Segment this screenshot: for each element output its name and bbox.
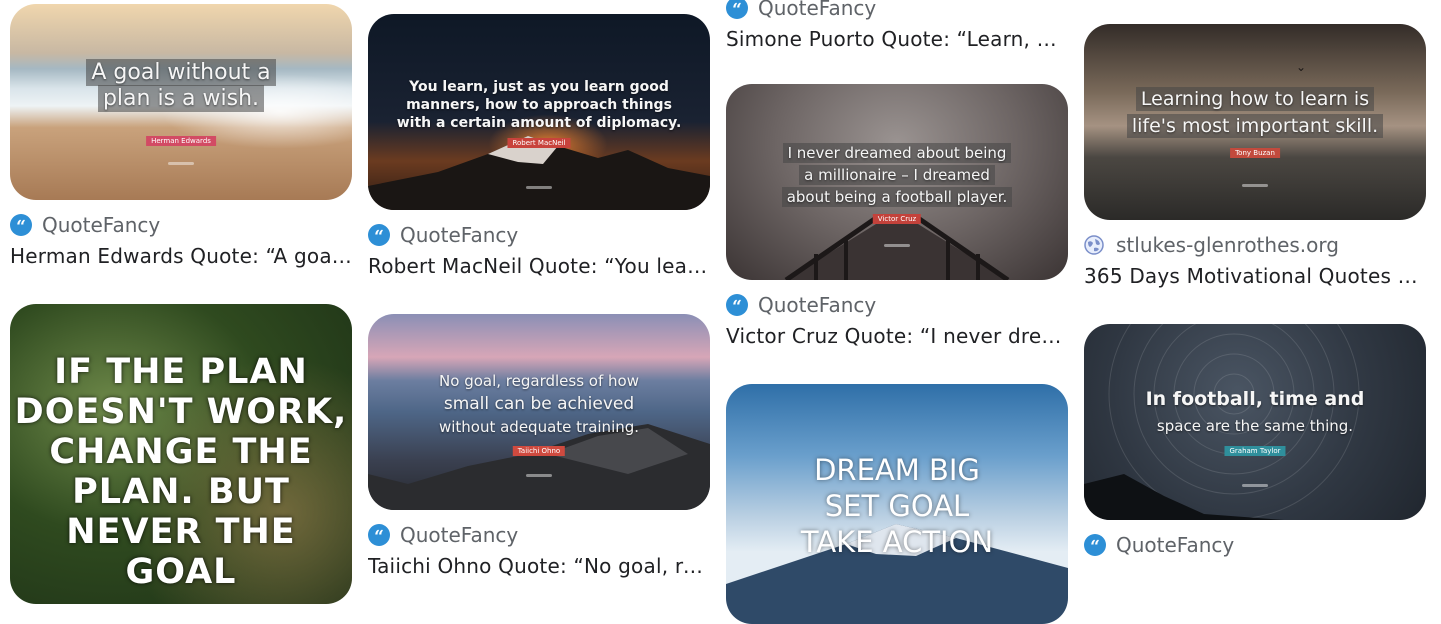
result-thumbnail[interactable]: A goal without a plan is a wish. Herman E… [10,4,352,200]
author-tag: Herman Edwards [146,136,216,146]
result-thumbnail[interactable]: In football, time and space are the same… [1084,324,1426,520]
image-result-card[interactable]: You learn, just as you learn good manner… [368,14,710,278]
result-title[interactable]: Victor Cruz Quote: “I never dreamed abou… [726,324,1068,348]
quote-text: You learn, just as you learn good manner… [396,79,682,131]
image-result-card[interactable]: “ QuoteFancy Simone Puorto Quote: “Learn… [726,0,1068,51]
result-thumbnail[interactable]: DREAM BIG SET GOAL TAKE ACTION [726,384,1068,624]
source-name: QuoteFancy [1116,533,1235,557]
watermark [884,244,910,247]
author-tag: Robert MacNeil [507,138,571,148]
author-tag: Graham Taylor [1224,446,1286,456]
quote-text: In football, time and space are the same… [1145,388,1365,435]
quotefancy-logo-icon: “ [10,214,32,236]
result-thumbnail[interactable]: You learn, just as you learn good manner… [368,14,710,210]
quote-text: IF THE PLAN DOESN'T WORK, CHANGE THE PLA… [14,352,348,592]
watermark [526,186,552,189]
quote-text: I never dreamed about being a millionair… [726,142,1068,208]
author-tag: Victor Cruz [872,214,922,224]
source-name: QuoteFancy [400,223,519,247]
bird-icon: ⌄ [1296,60,1307,74]
result-title[interactable]: Herman Edwards Quote: “A goal without a … [10,244,352,268]
watermark [1242,184,1268,187]
image-result-card[interactable]: No goal, regardless of how small can be … [368,314,710,578]
result-title[interactable]: Robert MacNeil Quote: “You learn, just a… [368,254,710,278]
globe-icon [1084,235,1104,255]
author-tag: Taiichi Ohno [512,446,566,456]
source-row[interactable]: “ QuoteFancy [1084,533,1426,557]
quotefancy-logo-icon: “ [368,224,390,246]
source-row[interactable]: “ QuoteFancy [368,223,710,247]
quote-text: Learning how to learn is life's most imp… [1084,86,1426,140]
source-row[interactable]: “ QuoteFancy [726,293,1068,317]
source-row[interactable]: “ QuoteFancy [726,0,1068,20]
source-name: QuoteFancy [758,0,877,20]
source-name: QuoteFancy [400,523,519,547]
source-row[interactable]: “ QuoteFancy [10,213,352,237]
result-title[interactable]: 365 Days Motivational Quotes – St Luke's [1084,264,1426,288]
image-result-card[interactable]: I never dreamed about being a millionair… [726,84,1068,348]
result-thumbnail[interactable]: IF THE PLAN DOESN'T WORK, CHANGE THE PLA… [10,304,352,604]
quote-text: A goal without a plan is a wish. [10,59,352,113]
image-result-card[interactable]: A goal without a plan is a wish. Herman E… [10,4,352,268]
watermark [526,474,552,477]
result-thumbnail[interactable]: No goal, regardless of how small can be … [368,314,710,510]
quotefancy-logo-icon: “ [726,294,748,316]
result-thumbnail[interactable]: ⌄ Learning how to learn is life's most i… [1084,24,1426,220]
source-row[interactable]: “ QuoteFancy [368,523,710,547]
mountain-illustration [368,136,710,210]
source-row[interactable]: stlukes-glenrothes.org [1084,233,1426,257]
image-result-card[interactable]: In football, time and space are the same… [1084,324,1426,557]
source-name: QuoteFancy [42,213,161,237]
quotefancy-logo-icon: “ [1084,534,1106,556]
result-thumbnail[interactable]: I never dreamed about being a millionair… [726,84,1068,280]
image-result-card[interactable]: DREAM BIG SET GOAL TAKE ACTION [726,384,1068,624]
quotefancy-logo-icon: “ [726,0,748,19]
quote-text: DREAM BIG SET GOAL TAKE ACTION [800,453,994,559]
quote-text: No goal, regardless of how small can be … [438,372,640,436]
source-name: QuoteFancy [758,293,877,317]
result-title[interactable]: Simone Puorto Quote: “Learn, unlearn, re… [726,27,1068,51]
watermark [1242,484,1268,487]
watermark [168,162,194,165]
author-tag: Tony Buzan [1230,148,1280,158]
image-result-card[interactable]: ⌄ Learning how to learn is life's most i… [1084,24,1426,288]
result-title[interactable]: Taiichi Ohno Quote: “No goal, regardless… [368,554,710,578]
source-name: stlukes-glenrothes.org [1116,233,1339,257]
quotefancy-logo-icon: “ [368,524,390,546]
image-result-card[interactable]: IF THE PLAN DOESN'T WORK, CHANGE THE PLA… [10,304,352,604]
